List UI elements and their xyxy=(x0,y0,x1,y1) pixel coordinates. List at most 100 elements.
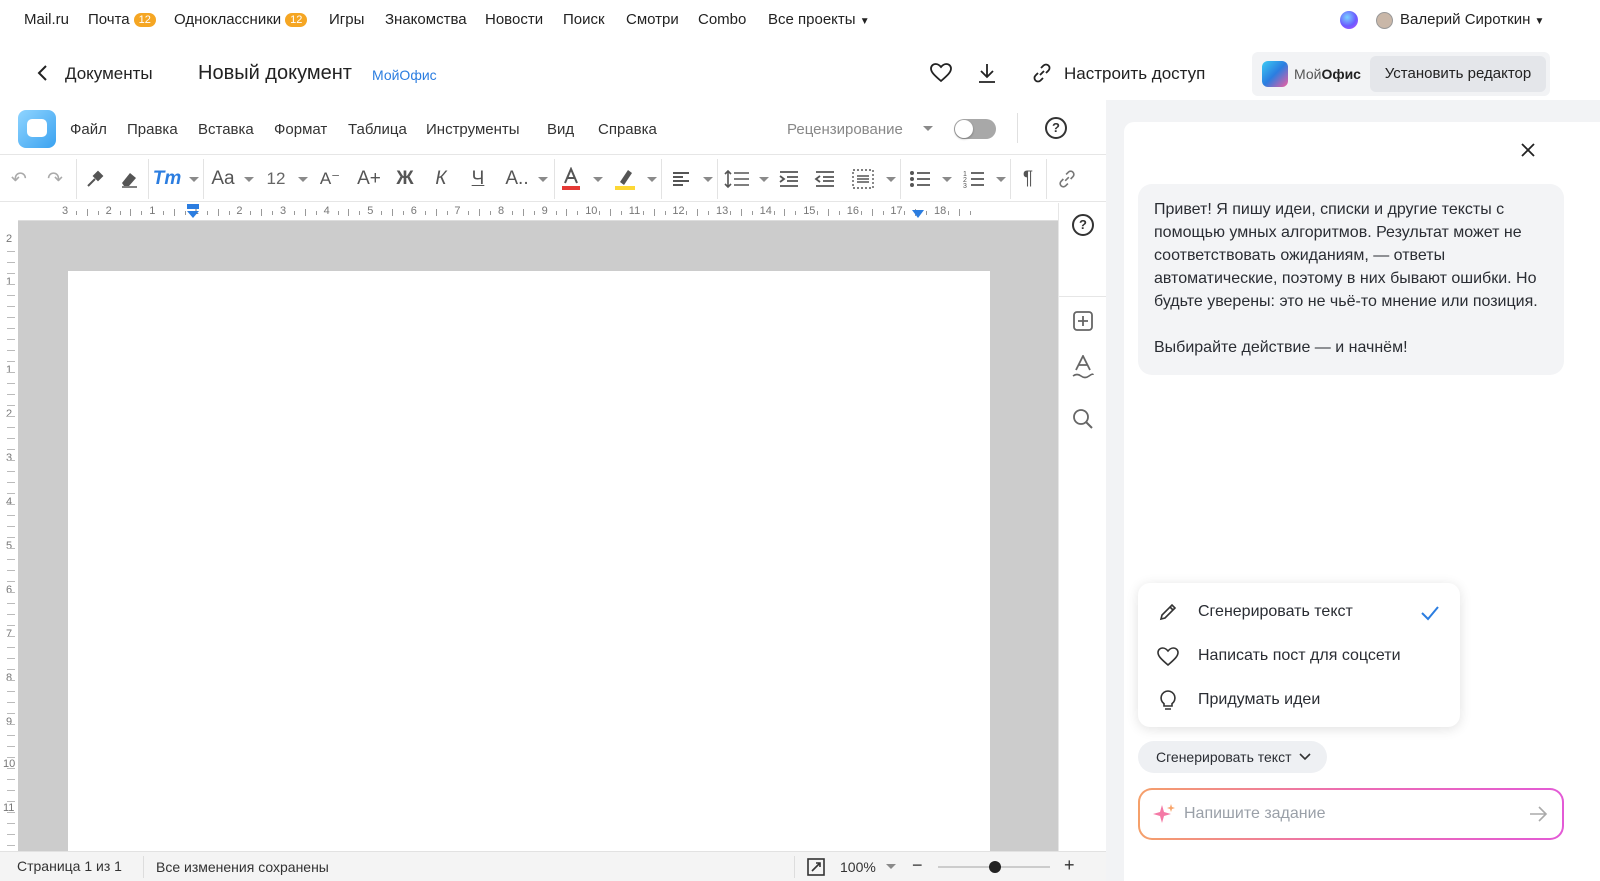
eraser-icon[interactable] xyxy=(116,165,142,193)
help-icon[interactable]: ? xyxy=(1045,117,1067,139)
ruler-tick xyxy=(119,211,121,215)
all-projects-dropdown[interactable]: Все проекты ▼ xyxy=(768,11,870,28)
ruler-corner xyxy=(0,203,18,221)
menu-edit[interactable]: Правка xyxy=(127,121,178,138)
chevron-left-icon[interactable] xyxy=(36,64,50,82)
more-text-effects-icon[interactable]: A.. xyxy=(504,165,530,193)
bulleted-list-icon[interactable] xyxy=(906,165,934,193)
ruler-tick xyxy=(7,537,15,538)
link-icon[interactable] xyxy=(1031,62,1053,84)
indent-marker-left[interactable] xyxy=(186,203,200,218)
format-painter-icon[interactable] xyxy=(82,165,108,193)
increase-font-icon[interactable]: A+ xyxy=(354,165,384,193)
fit-page-icon[interactable] xyxy=(807,858,825,876)
menu-view[interactable]: Вид xyxy=(547,121,574,138)
pilcrow-icon[interactable]: ¶ xyxy=(1016,165,1040,193)
portal-link-combo[interactable]: Combo xyxy=(698,11,746,28)
ruler-label: 17 xyxy=(890,205,903,217)
action-option-ideas[interactable]: Придумать идеи xyxy=(1138,679,1460,723)
vertical-ruler[interactable]: 2 1 1 2 3 4 5 6 7 8 9 10 11 xyxy=(0,221,18,851)
ruler-label: 16 xyxy=(846,205,860,217)
action-option-social-post[interactable]: Написать пост для соцсети xyxy=(1138,635,1460,679)
zoom-slider[interactable] xyxy=(938,861,1050,873)
highlight-color-icon[interactable] xyxy=(612,165,638,193)
menu-file[interactable]: Файл xyxy=(70,121,107,138)
portal-link-watch[interactable]: Смотри xyxy=(626,11,679,28)
increase-indent-icon[interactable] xyxy=(775,165,803,193)
text-styles-icon[interactable]: Tт xyxy=(153,165,182,193)
action-option-label: Написать пост для соцсети xyxy=(1198,647,1401,664)
search-icon[interactable] xyxy=(1072,408,1094,430)
share-settings-button[interactable]: Настроить доступ xyxy=(1064,64,1205,84)
review-mode-dropdown[interactable]: Рецензирование xyxy=(787,121,903,138)
underline-icon[interactable]: Ч xyxy=(466,165,490,193)
document-title[interactable]: Новый документ xyxy=(198,62,352,85)
document-page[interactable] xyxy=(68,271,990,871)
paragraph-spacing-icon[interactable] xyxy=(848,165,878,193)
divider xyxy=(148,159,149,199)
font-family-icon[interactable]: Aa xyxy=(208,165,238,193)
app-logo-icon[interactable] xyxy=(18,110,56,148)
insert-link-icon[interactable] xyxy=(1054,165,1080,193)
decrease-font-icon[interactable]: A⁻ xyxy=(316,165,344,193)
ruler-tick xyxy=(250,211,252,215)
redo-icon[interactable]: ↷ xyxy=(42,165,68,193)
menu-format[interactable]: Формат xyxy=(274,121,327,138)
horizontal-ruler[interactable]: 321123456789101112131415161718 xyxy=(18,203,1058,221)
status-bar: Страница 1 из 1 Все изменения сохранены … xyxy=(0,851,1106,881)
ruler-label: 18 xyxy=(934,205,947,217)
action-selector-chip[interactable]: Сгенерировать текст xyxy=(1138,741,1328,773)
line-spacing-icon[interactable] xyxy=(722,165,752,193)
undo-icon[interactable]: ↶ xyxy=(6,165,32,193)
italic-icon[interactable]: К xyxy=(429,165,453,193)
user-name[interactable]: Валерий Сироткин ▼ xyxy=(1400,11,1544,28)
align-left-icon[interactable] xyxy=(668,165,694,193)
bold-icon[interactable]: Ж xyxy=(393,165,417,193)
spellcheck-icon[interactable] xyxy=(1072,355,1094,381)
portal-link-news[interactable]: Новости xyxy=(485,11,543,28)
zoom-out-icon[interactable]: − xyxy=(912,855,923,876)
portal-link-mail[interactable]: Почта 12 xyxy=(88,11,156,28)
portal-link-search[interactable]: Поиск xyxy=(563,11,605,28)
action-option-label: Придумать идеи xyxy=(1198,691,1321,708)
action-option-generate[interactable]: Сгенерировать текст xyxy=(1138,591,1460,635)
zoom-slider-thumb[interactable] xyxy=(989,861,1001,873)
menu-help[interactable]: Справка xyxy=(598,121,657,138)
menu-tools[interactable]: Инструменты xyxy=(426,121,520,138)
portal-link-games[interactable]: Игры xyxy=(329,11,364,28)
add-box-icon[interactable] xyxy=(1072,310,1094,332)
ruler-tick xyxy=(566,209,568,216)
menu-table[interactable]: Таблица xyxy=(348,121,407,138)
zoom-in-icon[interactable]: + xyxy=(1064,855,1075,876)
decrease-indent-icon[interactable] xyxy=(811,165,839,193)
font-size-select[interactable]: 12 xyxy=(264,165,288,193)
portal-link-ok[interactable]: Одноклассники 12 xyxy=(174,11,308,28)
zoom-select[interactable]: 100% xyxy=(840,859,876,875)
assistant-orb-icon[interactable] xyxy=(1340,11,1358,29)
send-arrow-icon[interactable] xyxy=(1528,805,1548,823)
document-canvas xyxy=(18,221,1058,871)
install-editor-button[interactable]: Установить редактор xyxy=(1370,56,1546,92)
portal-link-dating[interactable]: Знакомства xyxy=(385,11,467,28)
font-color-icon[interactable] xyxy=(559,165,583,193)
ruler-tick xyxy=(740,209,742,216)
caret-down-icon xyxy=(886,864,896,869)
ruler-tick xyxy=(7,471,15,472)
download-icon[interactable] xyxy=(977,62,997,84)
close-icon[interactable] xyxy=(1520,142,1536,158)
caret-down-icon xyxy=(886,177,896,182)
review-toggle[interactable] xyxy=(954,119,996,139)
portal-link-mailru[interactable]: Mail.ru xyxy=(24,11,69,28)
divider xyxy=(1010,159,1011,199)
numbered-list-icon[interactable]: 123 xyxy=(960,165,988,193)
indent-marker-right[interactable] xyxy=(912,210,924,219)
back-to-documents-link[interactable]: Документы xyxy=(65,64,153,84)
ruler-tick xyxy=(7,823,15,824)
ruler-tick xyxy=(686,211,688,215)
avatar[interactable] xyxy=(1376,12,1393,29)
menu-insert[interactable]: Вставка xyxy=(198,121,254,138)
help-icon[interactable]: ? xyxy=(1072,214,1094,236)
prompt-input[interactable] xyxy=(1184,802,1524,826)
heart-icon[interactable] xyxy=(930,63,952,83)
ruler-tick xyxy=(7,702,15,703)
